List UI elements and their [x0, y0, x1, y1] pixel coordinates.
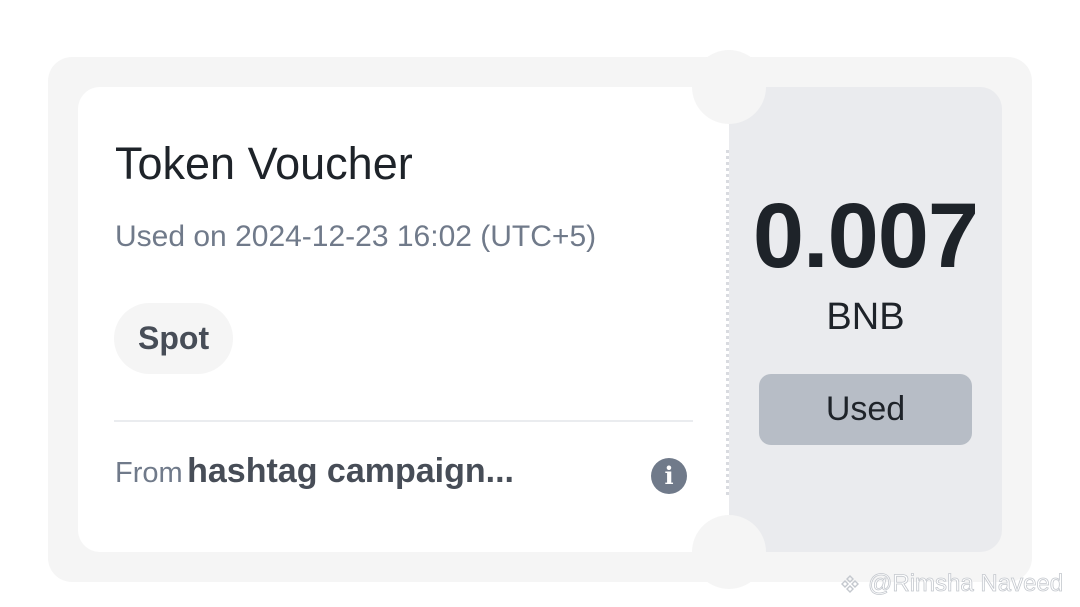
voucher-amount: 0.007 [752, 185, 979, 287]
used-status-button[interactable]: Used [759, 374, 972, 445]
voucher-screen: Token Voucher Used on 2024-12-23 16:02 (… [0, 0, 1080, 607]
binance-logo-icon [841, 575, 859, 593]
used-on-date: Used on 2024-12-23 16:02 (UTC+5) [115, 220, 597, 253]
divider [114, 420, 693, 422]
source-name: hashtag campaign... [187, 452, 514, 490]
watermark-text: @Rimsha Naveed [868, 570, 1064, 598]
voucher-type-tag: Spot [114, 303, 234, 374]
ticket-notch-bottom [692, 515, 766, 589]
voucher-source: From hashtag campaign... [115, 452, 514, 491]
voucher-currency: BNB [826, 296, 905, 338]
info-icon[interactable]: i [651, 458, 687, 494]
from-label: From [115, 457, 183, 489]
voucher-title: Token Voucher [115, 138, 413, 189]
watermark: @Rimsha Naveed [840, 570, 1064, 598]
ticket-notch-top [692, 50, 766, 124]
